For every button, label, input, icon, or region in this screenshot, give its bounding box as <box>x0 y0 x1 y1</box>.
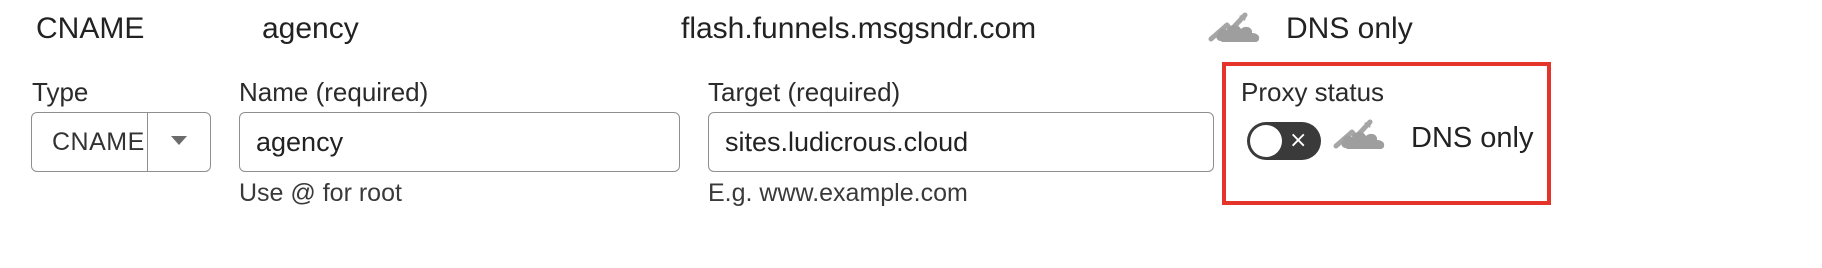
cloud-dns-only-icon <box>1330 112 1390 152</box>
type-label: Type <box>32 77 89 107</box>
proxy-status-label: Proxy status <box>1241 77 1385 107</box>
target-input[interactable]: sites.ludicrous.cloud <box>708 112 1214 172</box>
proxy-status-text: DNS only <box>1411 122 1534 154</box>
type-select-toggle[interactable] <box>147 113 210 171</box>
record-name: agency <box>262 12 359 45</box>
cloud-dns-only-icon <box>1205 5 1265 45</box>
type-select[interactable]: CNAME <box>31 112 211 172</box>
name-help-text: Use @ for root <box>239 179 402 207</box>
proxy-status-toggle[interactable]: × <box>1247 122 1321 160</box>
target-help-text: E.g. www.example.com <box>708 179 968 207</box>
record-target: flash.funnels.msgsndr.com <box>681 12 1037 45</box>
record-proxy-status: DNS only <box>1286 12 1413 45</box>
record-type: CNAME <box>36 12 145 45</box>
close-icon: × <box>1289 128 1308 153</box>
chevron-down-icon <box>170 133 188 151</box>
type-select-value: CNAME <box>52 127 145 156</box>
name-input[interactable]: agency <box>239 112 680 172</box>
toggle-knob <box>1250 125 1282 157</box>
target-label: Target (required) <box>708 77 901 107</box>
name-label: Name (required) <box>239 77 429 107</box>
